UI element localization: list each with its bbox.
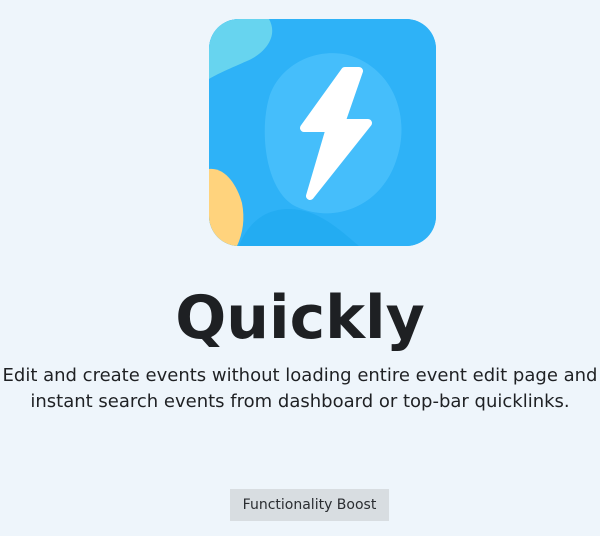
lightning-bolt-icon xyxy=(209,19,436,246)
app-title: Quickly xyxy=(175,283,425,353)
app-icon xyxy=(209,19,436,246)
app-description: Edit and create events without loading e… xyxy=(2,365,598,412)
category-tag: Functionality Boost xyxy=(230,489,389,521)
